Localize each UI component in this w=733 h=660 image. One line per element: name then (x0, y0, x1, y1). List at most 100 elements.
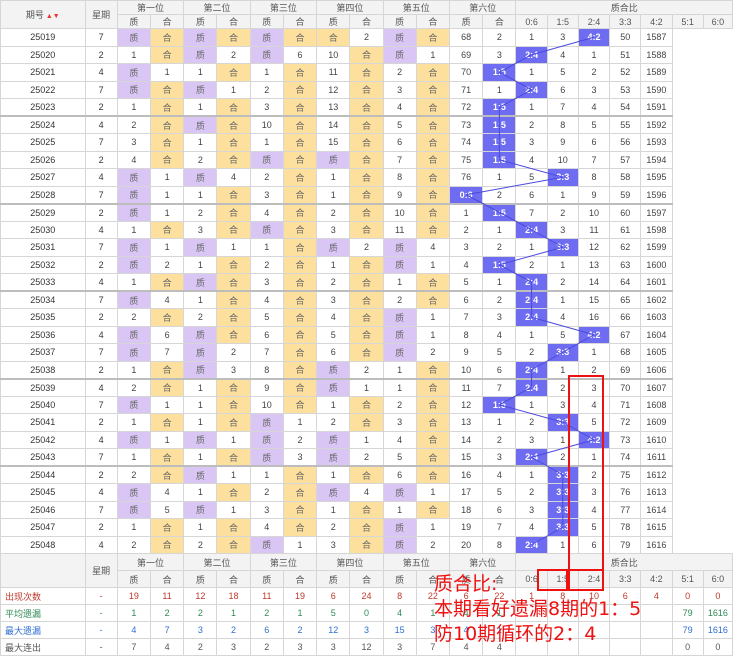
zhi-hit-cell: 质 (316, 377, 351, 397)
he-hit-cell: 合 (282, 80, 318, 99)
omission-cell: 1 (415, 483, 451, 502)
he-hit-cell: 合 (282, 98, 318, 117)
table-row: 25046 7 质 5 质 1 3 合 1 合 1 合 18 6 3 3:3 4 77 1614 (0, 500, 733, 519)
ratio-hit-cell: 0:6 (449, 185, 484, 204)
stat-value (515, 621, 548, 639)
zhi-subheader: 质 (449, 570, 484, 588)
ratio-omission-cell: 70 (449, 63, 484, 82)
ratio-header-2-4: 2:4 (577, 14, 611, 29)
zhi-hit-cell: 质 (249, 45, 284, 64)
ratio-omission-cell: 67 (609, 325, 642, 344)
ratio-hit-cell: 3:3 (546, 500, 579, 519)
he-hit-cell: 合 (216, 377, 251, 397)
ratio-omission-cell: 1615 (640, 518, 673, 537)
omission-cell: 3 (249, 185, 284, 204)
ratio-omission-cell: 2 (546, 202, 579, 222)
ratio-omission-cell: 6 (515, 185, 548, 204)
stat-value (609, 638, 642, 656)
he-hit-cell: 合 (349, 465, 384, 484)
table-row: 25029 2 质 1 2 合 4 合 2 合 10 合 1 1:5 7 2 10 60 1597 (0, 202, 733, 222)
he-hit-cell: 合 (149, 448, 185, 467)
ratio-omission-cell: 1 (577, 45, 611, 64)
issue-number: 25022 (0, 80, 86, 99)
stat-value: 2 (249, 638, 284, 656)
omission-cell: 7 (149, 343, 185, 362)
stat-label: 最大连出 (0, 638, 86, 656)
he-subheader: 合 (149, 14, 185, 29)
omission-cell: 1 (149, 168, 185, 187)
issue-number: 25039 (0, 377, 86, 397)
he-subheader: 合 (349, 14, 384, 29)
stat-value: 2 (183, 604, 218, 622)
sort-icon[interactable]: ▲▼ (44, 13, 60, 20)
omission-cell: 1 (316, 185, 351, 204)
ratio-omission-cell: 8 (449, 325, 484, 344)
zhi-hit-cell: 质 (249, 430, 284, 449)
zhi-hit-cell: 质 (183, 28, 218, 47)
table-row: 25028 7 质 1 1 合 3 合 1 合 9 合 0:6 2 6 1 9 59 1596 (0, 185, 733, 204)
zhi-hit-cell: 质 (116, 325, 151, 344)
zhi-hit-cell: 质 (116, 238, 151, 257)
stat-row: 出现次数 -19 11 12 18 11 19 6 24 8 22 6 22 1 8 10 6 4 0 0 (0, 587, 733, 605)
omission-cell: 1 (149, 185, 185, 204)
he-hit-cell: 合 (349, 413, 384, 432)
he-hit-cell: 合 (216, 535, 251, 554)
omission-cell: 1 (183, 483, 218, 502)
ratio-omission-cell: 1 (515, 98, 548, 117)
ratio-hit-cell: 2:4 (515, 377, 548, 397)
ratio-hit-cell: 2:4 (515, 290, 548, 309)
ratio-omission-cell: 2 (515, 115, 548, 134)
ratio-omission-cell: 4 (577, 500, 611, 519)
he-hit-cell: 合 (216, 133, 251, 152)
weekday: 7 (84, 28, 118, 47)
he-hit-cell: 合 (216, 185, 251, 204)
omission-cell: 1 (183, 98, 218, 117)
he-hit-cell: 合 (415, 220, 451, 239)
he-hit-cell: 合 (282, 465, 318, 484)
ratio-omission-cell: 1 (449, 202, 484, 222)
issue-number: 25026 (0, 150, 86, 169)
table-row: 25020 2 1 合质 2 质 6 10 合质 1 69 3 2:4 4 1 51 1588 (0, 45, 733, 64)
issue-number: 25021 (0, 63, 86, 82)
ratio-omission-cell: 1594 (640, 150, 673, 169)
zhi-hit-cell: 质 (116, 343, 151, 362)
stat-value: 3 (282, 638, 318, 656)
zhi-hit-cell: 质 (116, 80, 151, 99)
he-hit-cell: 合 (282, 220, 318, 239)
ratio-omission-cell: 57 (609, 150, 642, 169)
stat-value: 1616 (702, 604, 733, 622)
zhi-hit-cell: 质 (183, 325, 218, 344)
he-subheader: 合 (216, 14, 251, 29)
he-hit-cell: 合 (216, 483, 251, 502)
he-hit-cell: 合 (349, 308, 384, 327)
he-hit-cell: 合 (349, 255, 384, 274)
omission-cell: 2 (183, 535, 218, 554)
zhi-hit-cell: 质 (249, 28, 284, 47)
issue-header[interactable]: 期号 ▲▼ (0, 0, 86, 29)
stat-value (609, 604, 642, 622)
weekday: 7 (84, 500, 118, 519)
ratio-omission-cell: 2 (515, 255, 548, 274)
zhi-subheader: 质 (183, 570, 218, 588)
he-hit-cell: 合 (216, 202, 251, 222)
ratio-omission-cell: 1 (515, 238, 548, 257)
omission-cell: 1 (116, 448, 151, 467)
stat-value: 0 (671, 587, 704, 605)
ratio-omission-cell: 1603 (640, 308, 673, 327)
omission-cell: 1 (216, 465, 251, 484)
ratio-omission-cell: 1 (546, 535, 579, 554)
ratio-hit-cell: 1:5 (482, 202, 517, 222)
omission-cell: 4 (216, 168, 251, 187)
ratio-omission-cell: 5 (515, 168, 548, 187)
ratio-omission-cell: 74 (449, 133, 484, 152)
ratio-omission-cell: 69 (449, 45, 484, 64)
he-hit-cell: 合 (282, 185, 318, 204)
ratio-omission-cell: 2 (515, 343, 548, 362)
ratio-omission-cell: 1595 (640, 168, 673, 187)
ratio-omission-cell: 60 (609, 202, 642, 222)
omission-cell: 3 (316, 290, 351, 309)
stat-value: 1 (116, 604, 151, 622)
he-hit-cell: 合 (349, 133, 384, 152)
zhi-hit-cell: 质 (382, 45, 417, 64)
omission-cell: 1 (183, 185, 218, 204)
